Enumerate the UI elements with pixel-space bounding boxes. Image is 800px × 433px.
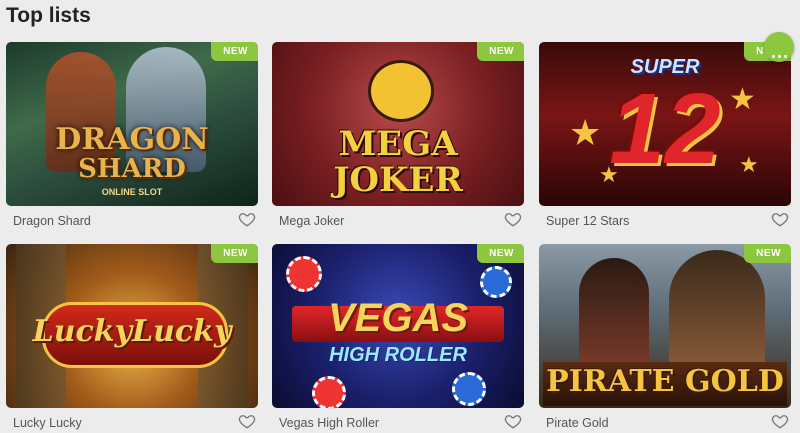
game-thumbnail[interactable]: LuckyLucky NEW: [6, 244, 258, 408]
game-thumbnail[interactable]: VEGAS HIGH ROLLER NEW: [272, 244, 524, 408]
star-icon: ★: [569, 112, 602, 153]
game-logo: VEGAS: [327, 296, 469, 340]
game-card-dragon-shard[interactable]: DRAGON SHARD ONLINE SLOT NEW Dragon Shar…: [6, 42, 258, 228]
game-thumbnail[interactable]: SUPER 12 ★ ★ ★ ★ NEW: [539, 42, 791, 206]
poker-chip-icon: [452, 372, 486, 406]
joker-face-art: [368, 60, 434, 122]
game-logo: MEGA: [338, 124, 458, 164]
game-card-lucky-lucky[interactable]: LuckyLucky NEW Lucky Lucky: [6, 244, 258, 430]
game-title[interactable]: Super 12 Stars: [546, 214, 629, 228]
star-icon: ★: [599, 162, 619, 187]
game-thumbnail[interactable]: PIRATE GOLD NEW: [539, 244, 791, 408]
favorite-heart-icon[interactable]: [238, 210, 256, 228]
game-card-pirate-gold[interactable]: PIRATE GOLD NEW Pirate Gold: [539, 244, 791, 430]
new-badge: NEW: [477, 244, 524, 263]
game-logo: LuckyLucky: [32, 314, 232, 349]
favorite-heart-icon[interactable]: [771, 412, 789, 430]
game-logo: HIGH ROLLER: [329, 344, 467, 366]
favorite-heart-icon[interactable]: [504, 210, 522, 228]
game-logo: PIRATE GOLD: [546, 364, 784, 399]
game-thumbnail[interactable]: DRAGON SHARD ONLINE SLOT NEW: [6, 42, 258, 206]
chat-support-button[interactable]: [764, 32, 794, 62]
character-art: [669, 250, 765, 370]
game-card-vegas-high-roller[interactable]: VEGAS HIGH ROLLER NEW Vegas High Roller: [272, 244, 524, 430]
game-title[interactable]: Vegas High Roller: [279, 416, 379, 430]
game-title[interactable]: Mega Joker: [279, 214, 344, 228]
game-title[interactable]: Dragon Shard: [13, 214, 91, 228]
chat-dots-icon: [772, 45, 790, 63]
game-grid: DRAGON SHARD ONLINE SLOT NEW Dragon Shar…: [0, 0, 800, 433]
favorite-heart-icon[interactable]: [504, 412, 522, 430]
new-badge: NEW: [744, 244, 791, 263]
poker-chip-icon: [480, 266, 512, 298]
star-icon: ★: [739, 152, 759, 177]
game-logo-subtitle: ONLINE SLOT: [101, 187, 163, 197]
poker-chip-icon: [312, 376, 346, 408]
favorite-heart-icon[interactable]: [238, 412, 256, 430]
star-icon: ★: [729, 83, 756, 116]
game-title[interactable]: Pirate Gold: [546, 416, 609, 430]
game-title[interactable]: Lucky Lucky: [13, 416, 82, 430]
game-logo: JOKER: [333, 160, 463, 200]
poker-chip-icon: [286, 256, 322, 292]
game-thumbnail[interactable]: MEGA JOKER NEW: [272, 42, 524, 206]
new-badge: NEW: [211, 244, 258, 263]
character-art: [579, 258, 649, 368]
new-badge: NEW: [211, 42, 258, 61]
new-badge: NEW: [477, 42, 524, 61]
game-logo: DRAGON: [55, 122, 209, 157]
favorite-heart-icon[interactable]: [771, 210, 789, 228]
game-logo: SHARD: [78, 154, 186, 184]
game-card-super-12-stars[interactable]: SUPER 12 ★ ★ ★ ★ NEW Super 12 Stars: [539, 42, 791, 228]
game-card-mega-joker[interactable]: MEGA JOKER NEW Mega Joker: [272, 42, 524, 228]
